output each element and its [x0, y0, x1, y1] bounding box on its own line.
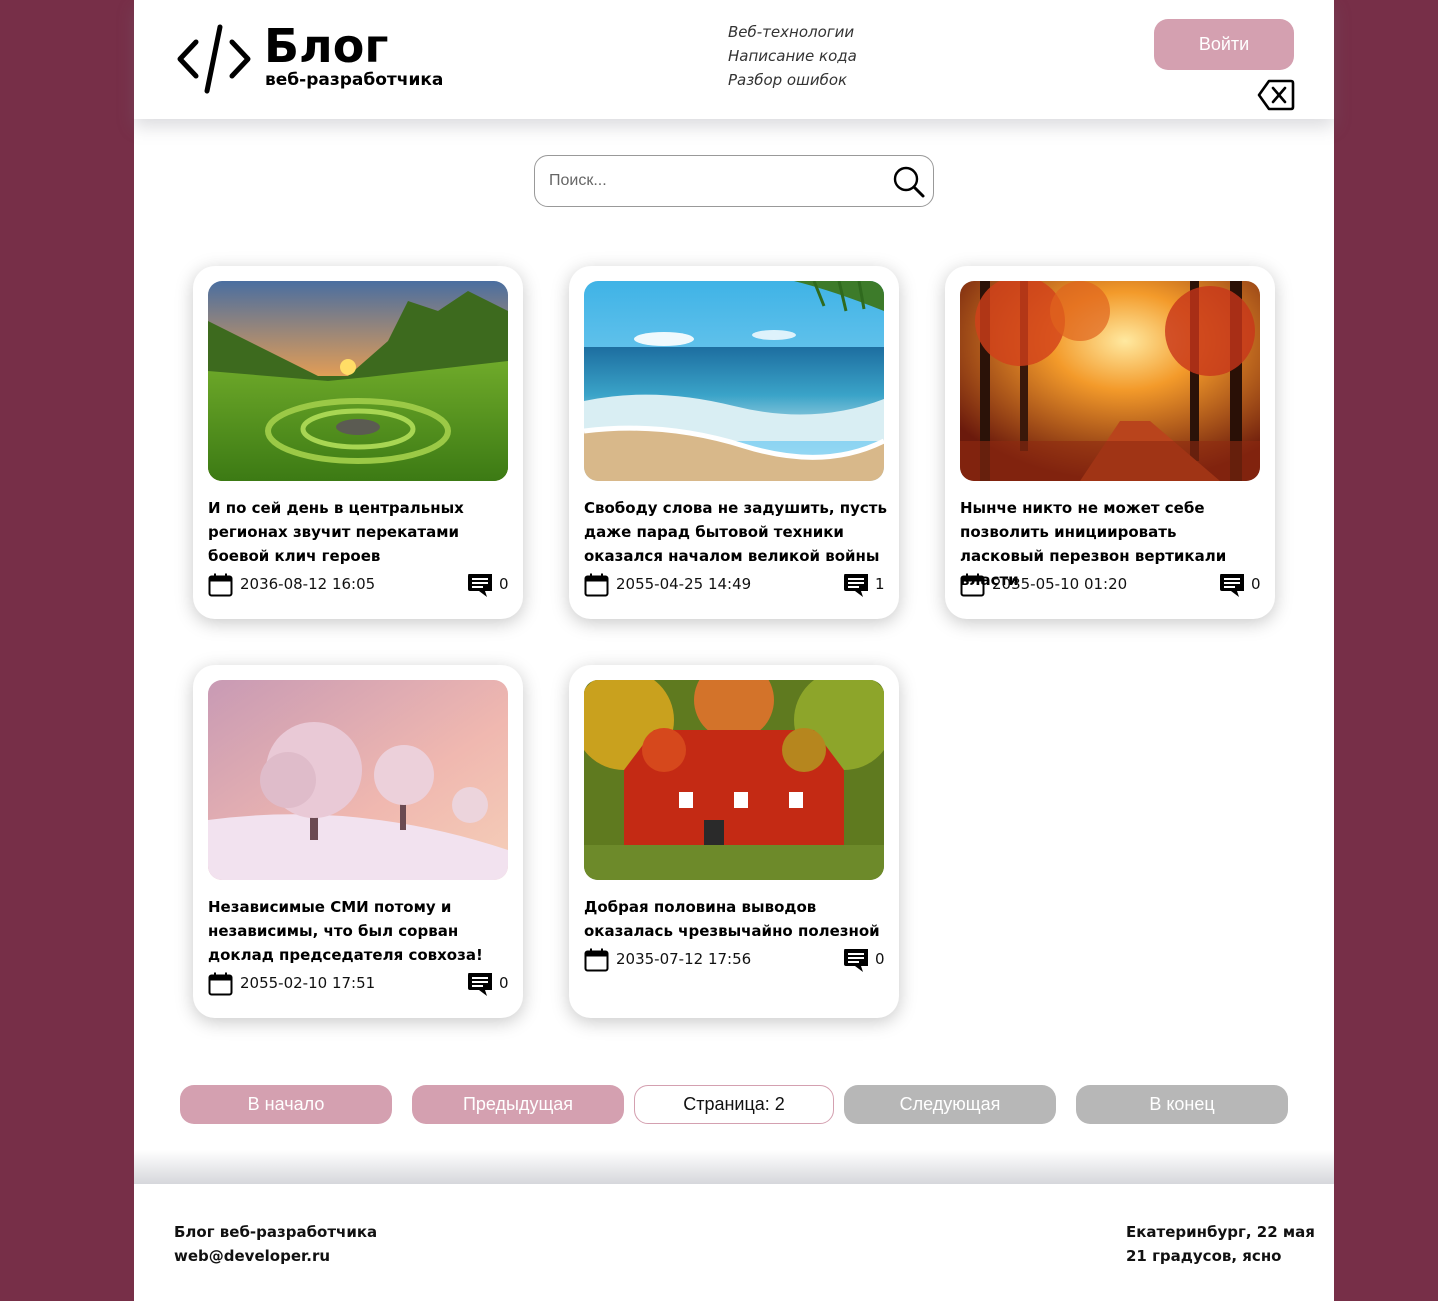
post-date: 2055-02-10 17:51: [240, 974, 376, 992]
post-meta: 2035-05-10 01:20 0: [960, 572, 1261, 598]
post-card[interactable]: И по сей день в центральных регионах зву…: [193, 266, 523, 619]
site-title[interactable]: Блог: [264, 18, 388, 74]
post-meta: 2036-08-12 16:05 0: [208, 572, 509, 598]
calendar-icon: [960, 573, 985, 597]
post-comment-count: 1: [875, 575, 885, 593]
topics-nav: Веб-технологии Написание кода Разбор оши…: [728, 20, 857, 92]
backspace-close-icon[interactable]: [1257, 79, 1295, 111]
post-card[interactable]: Добрая половина выводов оказалась чрезвы…: [569, 665, 899, 1018]
footer-divider: [134, 1150, 1334, 1184]
next-page-button[interactable]: Следующая: [844, 1085, 1056, 1124]
topic-link-coding[interactable]: Написание кода: [728, 44, 857, 68]
comment-icon[interactable]: [842, 947, 870, 973]
post-card[interactable]: Нынче никто не может себе позволить иниц…: [945, 266, 1275, 619]
first-page-button[interactable]: В начало: [180, 1085, 392, 1124]
comment-icon[interactable]: [466, 572, 494, 598]
search-input[interactable]: [549, 168, 879, 194]
calendar-icon: [584, 573, 609, 597]
post-comment-count: 0: [1251, 575, 1261, 593]
post-title[interactable]: Свободу слова не задушить, пусть даже па…: [584, 496, 889, 568]
post-image[interactable]: [584, 680, 884, 880]
last-page-button[interactable]: В конец: [1076, 1085, 1288, 1124]
current-page-indicator: Страница: 2: [634, 1085, 834, 1124]
post-image[interactable]: [208, 680, 508, 880]
comment-icon[interactable]: [1218, 572, 1246, 598]
calendar-icon: [584, 948, 609, 972]
footer-weather-text: 21 градусов, ясно: [1126, 1247, 1282, 1265]
comment-icon[interactable]: [842, 572, 870, 598]
post-title[interactable]: Добрая половина выводов оказалась чрезвы…: [584, 895, 889, 943]
search-box: [534, 155, 934, 207]
footer-site-name: Блог веб-разработчика: [174, 1223, 378, 1241]
calendar-icon: [208, 573, 233, 597]
page-container: Блог веб-разработчика Веб-технологии Нап…: [134, 0, 1334, 1301]
post-comment-count: 0: [499, 575, 509, 593]
post-card[interactable]: Свободу слова не задушить, пусть даже па…: [569, 266, 899, 619]
post-date: 2055-04-25 14:49: [616, 575, 752, 593]
post-image[interactable]: [584, 281, 884, 481]
topic-link-errors[interactable]: Разбор ошибок: [728, 68, 857, 92]
footer-weather-location: Екатеринбург, 22 мая: [1126, 1223, 1315, 1241]
calendar-icon: [208, 972, 233, 996]
post-image[interactable]: [960, 281, 1260, 481]
post-date: 2036-08-12 16:05: [240, 575, 376, 593]
post-meta: 2055-02-10 17:51 0: [208, 971, 509, 997]
post-image[interactable]: [208, 281, 508, 481]
post-date: 2035-05-10 01:20: [992, 575, 1128, 593]
login-button[interactable]: Войти: [1154, 19, 1294, 70]
post-meta: 2035-07-12 17:56 0: [584, 947, 885, 973]
post-meta: 2055-04-25 14:49 1: [584, 572, 885, 598]
site-footer: Блог веб-разработчика web@developer.ru Е…: [134, 1184, 1334, 1301]
post-comment-count: 0: [875, 950, 885, 968]
search-icon[interactable]: [892, 165, 926, 199]
post-date: 2035-07-12 17:56: [616, 950, 752, 968]
site-subtitle: веб-разработчика: [265, 70, 444, 90]
code-brackets-icon: [177, 24, 251, 94]
post-card[interactable]: Независимые СМИ потому и независимы, что…: [193, 665, 523, 1018]
topic-link-web-tech[interactable]: Веб-технологии: [728, 20, 857, 44]
post-comment-count: 0: [499, 974, 509, 992]
site-header: Блог веб-разработчика Веб-технологии Нап…: [134, 0, 1334, 119]
post-title[interactable]: И по сей день в центральных регионах зву…: [208, 496, 513, 568]
footer-email[interactable]: web@developer.ru: [174, 1244, 330, 1268]
prev-page-button[interactable]: Предыдущая: [412, 1085, 624, 1124]
comment-icon[interactable]: [466, 971, 494, 997]
post-title[interactable]: Независимые СМИ потому и независимы, что…: [208, 895, 513, 967]
